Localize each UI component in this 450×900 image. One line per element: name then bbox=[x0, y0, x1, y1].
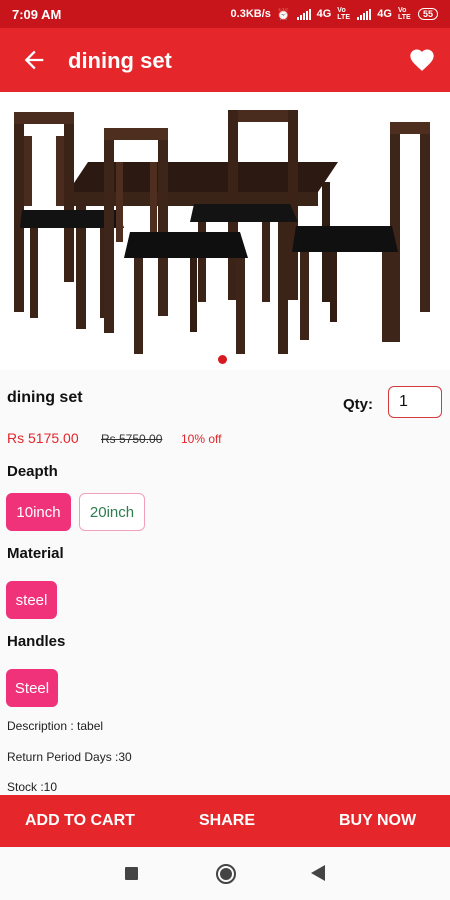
network-type-2: 4G bbox=[377, 8, 392, 20]
option-chip-steel[interactable]: steel bbox=[6, 581, 57, 619]
status-bar: 7:09 AM 0.3KB/s ⏰ 4G Vo LTE 4G Vo LTE 55 bbox=[0, 0, 450, 28]
return-period-text: Return Period Days :30 bbox=[7, 750, 132, 764]
system-nav-bar bbox=[0, 847, 450, 900]
back-arrow-icon[interactable] bbox=[20, 46, 48, 74]
stock-text: Stock :10 bbox=[7, 780, 58, 794]
product-image[interactable] bbox=[0, 92, 450, 370]
alarm-icon: ⏰ bbox=[276, 8, 291, 21]
page-title: dining set bbox=[68, 48, 172, 73]
add-to-cart-button[interactable]: ADD TO CART bbox=[25, 812, 135, 830]
signal-icon bbox=[296, 8, 311, 20]
dining-set-image-icon bbox=[14, 110, 430, 354]
status-time: 7:09 AM bbox=[12, 7, 62, 22]
app-bar: dining set bbox=[0, 28, 450, 92]
bottom-action-bar: ADD TO CART SHARE BUY NOW bbox=[0, 795, 450, 847]
product-price: Rs 5175.00 bbox=[7, 430, 79, 446]
buy-now-button[interactable]: BUY NOW bbox=[339, 812, 416, 830]
option-label-depth: Deapth bbox=[7, 463, 58, 480]
original-price: Rs 5750.00 bbox=[101, 432, 163, 446]
description-text: Description : tabel bbox=[7, 719, 104, 733]
recents-square-icon[interactable] bbox=[125, 867, 138, 880]
option-chip-20inch[interactable]: 20inch bbox=[79, 493, 145, 531]
battery-icon: 55 bbox=[417, 8, 438, 20]
option-label-handles: Handles bbox=[7, 633, 66, 650]
heart-icon[interactable] bbox=[408, 46, 436, 74]
volte-label-2: Vo LTE bbox=[397, 7, 411, 21]
network-type-1: 4G bbox=[316, 8, 332, 20]
option-chip-10inch[interactable]: 10inch bbox=[6, 493, 71, 531]
qty-input[interactable]: 1 bbox=[388, 386, 442, 418]
option-chip-handles-steel[interactable]: Steel bbox=[6, 669, 58, 707]
volte-label-1: Vo LTE bbox=[337, 7, 350, 21]
status-icons: 0.3KB/s ⏰ 4G Vo LTE 4G Vo LTE 55 bbox=[231, 7, 438, 21]
network-speed: 0.3KB/s bbox=[230, 8, 271, 20]
discount-label: 10% off bbox=[181, 432, 222, 446]
back-triangle-icon[interactable] bbox=[311, 865, 325, 881]
qty-label: Qty: bbox=[343, 396, 373, 413]
product-name: dining set bbox=[7, 389, 83, 406]
signal-icon-2 bbox=[357, 8, 372, 20]
home-circle-icon[interactable] bbox=[215, 863, 237, 885]
share-button[interactable]: SHARE bbox=[199, 812, 255, 830]
option-label-material: Material bbox=[7, 545, 64, 562]
carousel-dot[interactable] bbox=[218, 355, 227, 364]
